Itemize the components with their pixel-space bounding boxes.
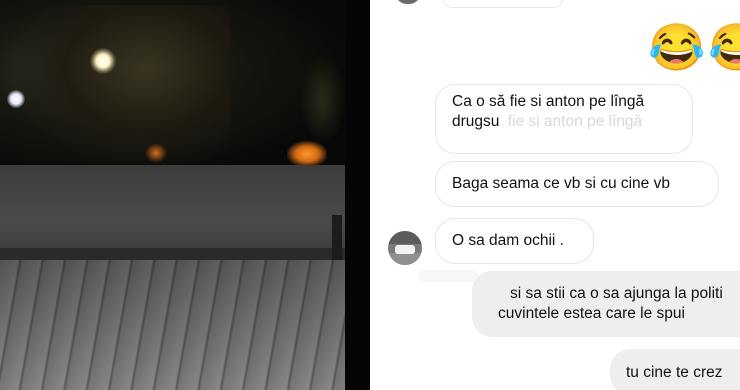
car-image [395, 245, 415, 254]
chat-thread: 😂 😂 Ca o să fie si anton pe lîngă drugsu… [370, 0, 740, 390]
laughing-emoji-icon: 😂 [648, 21, 706, 73]
message-bubble-incoming: O sa dam ochii . [435, 218, 594, 264]
faded-element [418, 270, 478, 282]
ghost-text: fie si anton pe lîngă [507, 113, 643, 130]
post [332, 215, 342, 260]
avatar-partial [395, 0, 421, 4]
message-text: Baga seama ce vb si cu cine vb [452, 175, 670, 192]
message-text: drugsu [452, 113, 500, 130]
message-text: O sa dam ochii . [452, 232, 564, 249]
street-lamp-light [90, 48, 116, 74]
message-bubble-outgoing: si sa stii ca o sa ajunga la politi cuvi… [472, 271, 740, 337]
message-text: tu cine te crez [626, 364, 723, 381]
sender-avatar[interactable] [388, 231, 422, 265]
message-text: cuvintele estea care le spui [498, 305, 685, 322]
message-bubble-partial [442, 0, 564, 8]
tree-right [300, 55, 345, 145]
orange-light [287, 141, 327, 167]
deck-shadow [0, 260, 345, 390]
message-text: si sa stii ca o sa ajunga la politi [510, 285, 723, 302]
trees [20, 5, 230, 165]
divider-strip [345, 0, 370, 390]
orange-light-small [145, 143, 167, 163]
message-bubble-incoming: Baga seama ce vb si cu cine vb [435, 161, 719, 207]
message-text: Ca o să fie si anton pe lîngă [452, 93, 645, 110]
distant-light [7, 90, 25, 108]
road [0, 165, 345, 260]
message-bubble-outgoing: tu cine te crez [610, 349, 740, 390]
laughing-emoji-icon: 😂 [708, 21, 740, 73]
night-park-photo [0, 0, 345, 390]
message-bubble-incoming: Ca o să fie si anton pe lîngă drugsu fie… [435, 84, 693, 154]
